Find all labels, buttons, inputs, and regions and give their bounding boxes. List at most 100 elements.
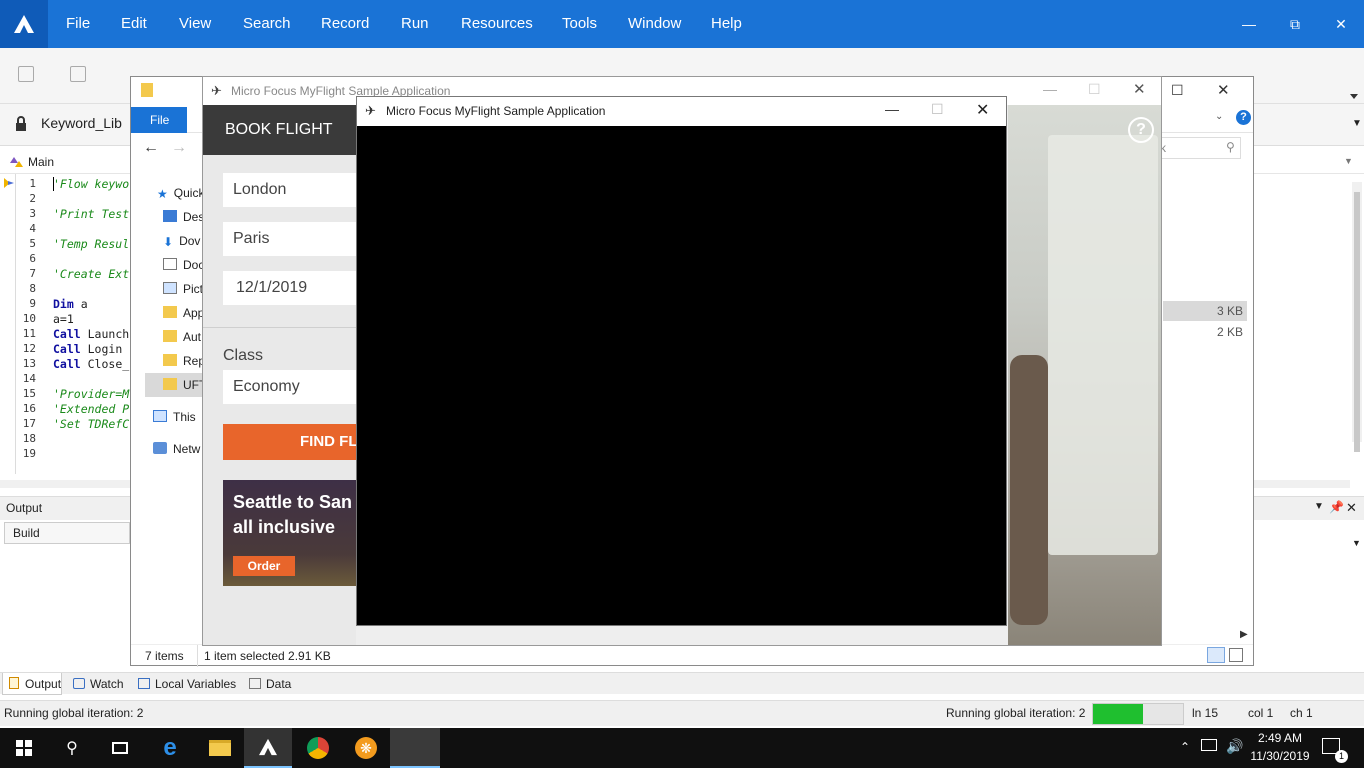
help-icon[interactable]: ? xyxy=(1236,110,1251,125)
search-icon[interactable]: ⚲ xyxy=(48,728,96,768)
output-source-select[interactable]: Build xyxy=(4,522,130,544)
sidebar-folder-rep[interactable]: Rep xyxy=(163,349,205,373)
from-city-field[interactable]: London xyxy=(223,173,356,207)
doc-tab-keyword-lib[interactable]: Keyword_Lib xyxy=(41,115,122,131)
sidebar-downloads[interactable]: ⬇ Dov xyxy=(163,229,200,253)
maximize-icon[interactable]: ☐ xyxy=(931,101,944,118)
code-line[interactable]: Call Login xyxy=(53,342,122,356)
start-button[interactable] xyxy=(0,728,48,768)
tab-watch[interactable]: Watch xyxy=(68,673,124,695)
code-line[interactable]: 'Provider=M xyxy=(53,387,129,401)
pin-icon[interactable]: 📌 xyxy=(1329,500,1344,514)
minimize-icon[interactable]: — xyxy=(1043,81,1057,97)
sidebar-network[interactable]: Netw xyxy=(153,437,200,461)
code-line[interactable]: 'Set TDRefC xyxy=(53,417,129,431)
sidebar-this-pc[interactable]: This xyxy=(153,405,196,429)
menu-file[interactable]: File xyxy=(66,0,90,48)
help-icon[interactable]: ? xyxy=(1128,117,1154,143)
forward-arrow-icon[interactable]: → xyxy=(171,139,187,157)
book-flight-header[interactable]: BOOK FLIGHT xyxy=(203,105,356,155)
sidebar-documents[interactable]: Doc xyxy=(163,253,204,277)
task-view-icon[interactable] xyxy=(96,728,144,768)
menu-edit[interactable]: Edit xyxy=(121,0,147,48)
save-icon[interactable] xyxy=(18,66,34,82)
explorer-maximize-icon[interactable]: ☐ xyxy=(1171,82,1184,99)
toolbar-overflow-icon[interactable] xyxy=(1350,94,1358,99)
to-city-field[interactable]: Paris xyxy=(223,222,356,256)
sidebar-folder-aut[interactable]: Aut xyxy=(163,325,201,349)
explorer-search-input[interactable]: rk ⚲ xyxy=(1149,137,1241,159)
date-field[interactable]: 12/1/2019 xyxy=(223,271,356,305)
panel-close-icon[interactable]: ✕ xyxy=(1346,500,1357,516)
large-icons-view-icon[interactable] xyxy=(1229,648,1243,662)
tab-data[interactable]: Data xyxy=(244,673,291,695)
ribbon-expand-icon[interactable]: ⌄ xyxy=(1215,111,1223,122)
file-row-selected[interactable]: 3 KB xyxy=(1163,301,1247,321)
myflight-taskbar-button[interactable] xyxy=(390,728,440,768)
ribbon-file-tab[interactable]: File xyxy=(131,107,187,133)
menu-search[interactable]: Search xyxy=(243,0,291,48)
file-row[interactable]: 2 KB xyxy=(1163,322,1247,342)
menu-run[interactable]: Run xyxy=(401,0,429,48)
sidebar-quick-access[interactable]: ★ Quick xyxy=(157,181,204,205)
tab-local-variables[interactable]: Local Variables xyxy=(133,673,236,695)
sidebar-desktop[interactable]: Des xyxy=(163,205,204,229)
editor-vertical-scrollbar[interactable] xyxy=(1352,182,1362,452)
uft-logo-icon[interactable] xyxy=(0,0,48,48)
class-select[interactable]: Economy xyxy=(223,370,356,404)
menu-tools[interactable]: Tools xyxy=(562,0,597,48)
network-icon[interactable] xyxy=(1201,739,1217,751)
menu-help[interactable]: Help xyxy=(711,0,742,48)
output-scroll-down-icon[interactable]: ▼ xyxy=(1352,538,1361,548)
chrome-icon[interactable] xyxy=(294,728,342,768)
clock-time[interactable]: 2:49 AM xyxy=(1252,731,1308,745)
code-line[interactable]: Call Launch xyxy=(53,327,129,341)
code-line[interactable]: a=1 xyxy=(53,312,74,326)
folder-icon xyxy=(163,354,177,366)
save-all-icon[interactable] xyxy=(70,66,86,82)
file-explorer-icon[interactable] xyxy=(196,728,244,768)
menu-record[interactable]: Record xyxy=(321,0,369,48)
panel-dropdown-icon[interactable]: ▼ xyxy=(1314,501,1324,512)
minimize-icon[interactable]: — xyxy=(885,101,899,117)
tab-menu-icon[interactable]: ▼ xyxy=(1352,118,1362,129)
menu-resources[interactable]: Resources xyxy=(461,0,533,48)
app-orange-icon[interactable]: ❋ xyxy=(342,728,390,768)
maximize-icon[interactable]: ☐ xyxy=(1088,81,1101,98)
close-icon[interactable]: ✕ xyxy=(976,100,989,120)
find-flights-button[interactable]: FIND FL xyxy=(223,424,356,460)
sidebar-pictures[interactable]: Pict xyxy=(163,277,203,301)
volume-icon[interactable]: 🔊 xyxy=(1226,738,1243,755)
minimize-icon[interactable]: — xyxy=(1226,0,1272,48)
clock-date[interactable]: 11/30/2019 xyxy=(1248,749,1312,763)
close-icon[interactable]: ✕ xyxy=(1133,80,1146,98)
sidebar-folder-app[interactable]: App xyxy=(163,301,204,325)
restore-icon[interactable]: ⧉ xyxy=(1272,0,1318,48)
breadcrumb-dropdown-icon[interactable]: ▼ xyxy=(1344,156,1353,166)
promo-order-button[interactable]: Order xyxy=(233,556,295,576)
close-icon[interactable]: ✕ xyxy=(1318,0,1364,48)
back-arrow-icon[interactable]: ← xyxy=(143,139,159,157)
menu-window[interactable]: Window xyxy=(628,0,681,48)
code-line[interactable]: 'Flow keywo xyxy=(53,177,129,191)
code-line[interactable]: 'Create Ext xyxy=(53,267,129,281)
uft-taskbar-icon[interactable] xyxy=(244,728,292,768)
code-line[interactable]: 'Extended P xyxy=(53,402,129,416)
code-line[interactable]: 'Temp Resul xyxy=(53,237,129,251)
internet-explorer-icon[interactable]: e xyxy=(146,728,194,768)
sidebar-folder-uft[interactable]: UFT xyxy=(145,373,206,397)
explorer-close-icon[interactable]: ✕ xyxy=(1217,81,1230,99)
scroll-right-icon[interactable]: ▶ xyxy=(1240,629,1248,640)
tab-output[interactable]: Output xyxy=(2,673,62,695)
menu-view[interactable]: View xyxy=(179,0,211,48)
code-line[interactable]: 'Print Test xyxy=(53,207,129,221)
tray-overflow-icon[interactable]: ⌃ xyxy=(1180,740,1190,754)
code-line[interactable]: Call Close_ xyxy=(53,357,129,371)
details-view-icon[interactable] xyxy=(1207,647,1225,663)
line-number: 8 xyxy=(29,282,36,295)
output-title: Output xyxy=(6,501,43,515)
folder-icon xyxy=(141,83,153,97)
code-line[interactable]: Dim a xyxy=(53,297,88,311)
breadcrumb-main[interactable]: Main xyxy=(28,155,54,169)
scrollbar-thumb[interactable] xyxy=(1354,192,1360,452)
